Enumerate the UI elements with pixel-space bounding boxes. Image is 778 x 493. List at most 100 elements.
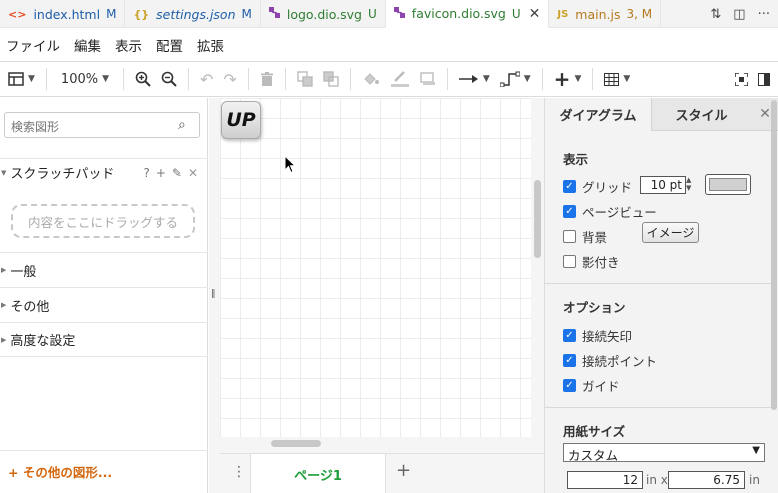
checkbox-grid[interactable]: ✓ <box>563 180 576 193</box>
zoom-in-button[interactable] <box>130 66 156 92</box>
tab-badge: M <box>241 7 252 21</box>
compare-changes-icon[interactable]: ⇅ <box>710 7 721 22</box>
undo-button[interactable]: ↶ <box>195 66 218 92</box>
checkbox-connection-points[interactable]: ✓ <box>563 354 576 367</box>
checkbox-shadow[interactable] <box>563 255 576 268</box>
collapsed-triangle-icon: ▶ <box>1 266 7 274</box>
tab-main-js[interactable]: JS main.js 3, M <box>549 0 662 28</box>
to-front-icon <box>297 71 313 87</box>
chevron-down-icon: ▼ <box>623 74 631 84</box>
sidebar-divider <box>0 450 208 451</box>
pencil-icon <box>390 71 409 87</box>
checkbox-background[interactable] <box>563 230 576 243</box>
delete-button[interactable] <box>255 66 279 92</box>
tab-diagram[interactable]: ダイアグラム <box>545 98 651 131</box>
zoom-in-icon <box>135 71 151 87</box>
to-back-button[interactable] <box>318 66 344 92</box>
section-advanced[interactable]: ▶ 高度な設定 <box>0 322 208 357</box>
close-icon[interactable]: ✕ <box>188 166 198 180</box>
shadow-checkbox[interactable]: 影付き <box>563 252 620 271</box>
connection-points-checkbox[interactable]: ✓ 接続ポイント <box>563 351 657 370</box>
plus-icon: + <box>553 67 571 91</box>
paper-width-input[interactable]: 12 <box>567 471 643 489</box>
horizontal-scrollbar-track[interactable] <box>220 437 531 453</box>
connection-arrows-checkbox[interactable]: ✓ 接続矢印 <box>563 326 632 345</box>
grid-color-button[interactable] <box>705 174 751 195</box>
section-misc[interactable]: ▶ その他 <box>0 287 208 322</box>
background-image-button[interactable]: イメージ <box>642 222 699 243</box>
line-color-button[interactable] <box>385 66 415 92</box>
zoom-out-button[interactable] <box>156 66 182 92</box>
zoom-level: 100% <box>60 71 99 87</box>
split-editor-icon[interactable]: ◫ <box>733 7 745 22</box>
vertical-scrollbar-track[interactable] <box>531 98 544 453</box>
add-icon[interactable]: + <box>156 166 166 180</box>
menu-extras[interactable]: 拡張 <box>197 35 224 55</box>
fill-color-button[interactable] <box>357 66 385 92</box>
menu-file[interactable]: ファイル <box>6 35 60 55</box>
toolbar-divider <box>123 68 125 90</box>
connection-style-button[interactable]: ▼ <box>454 66 495 92</box>
horizontal-scrollbar-thumb[interactable] <box>271 440 321 447</box>
menu-arrange[interactable]: 配置 <box>156 35 183 55</box>
vertical-scrollbar-thumb[interactable] <box>534 180 541 258</box>
add-page-icon[interactable]: + <box>396 460 411 481</box>
toolbar-divider <box>284 68 286 90</box>
tab-favicon-dio-svg[interactable]: favicon.dio.svg U ✕ <box>385 0 550 28</box>
editor-tab-bar: <> index.html M {} settings.json M logo.… <box>0 0 778 28</box>
zoom-out-icon <box>161 71 177 87</box>
scratchpad-title: スクラッチパッド <box>10 167 115 182</box>
help-icon[interactable]: ? <box>143 166 149 180</box>
grid-size-stepper[interactable]: ▲ ▼ <box>686 176 696 194</box>
tab-badge: 3, M <box>626 7 653 21</box>
format-panel-toggle[interactable] <box>753 66 778 92</box>
mouse-cursor-icon <box>284 155 296 174</box>
checkbox-guides[interactable]: ✓ <box>563 379 576 392</box>
more-actions-icon[interactable]: ··· <box>758 7 770 22</box>
grid-label: グリッド <box>582 180 633 195</box>
background-checkbox[interactable]: 背景 <box>563 227 607 246</box>
checkbox-page-view[interactable]: ✓ <box>563 205 576 218</box>
paper-size-select[interactable]: カスタム ▼ <box>563 443 765 463</box>
paper-height-input[interactable]: 6.75 <box>668 471 745 489</box>
close-icon[interactable]: ✕ <box>529 6 541 22</box>
zoom-select[interactable]: 100% ▼ <box>53 66 117 92</box>
menu-view[interactable]: 表示 <box>115 35 142 55</box>
page-tab-1[interactable]: ページ1 <box>250 454 386 493</box>
tab-settings-json[interactable]: {} settings.json M <box>125 0 261 28</box>
scratchpad-header[interactable]: ▼ スクラッチパッド ? + ✎ ✕ <box>0 158 208 186</box>
tab-index-html[interactable]: <> index.html M <box>0 0 126 28</box>
guides-checkbox[interactable]: ✓ ガイド <box>563 376 620 395</box>
tab-logo-dio-svg[interactable]: logo.dio.svg U <box>261 0 386 28</box>
toolbar-divider <box>541 68 543 90</box>
diagram-canvas[interactable] <box>220 98 531 438</box>
waypoints-button[interactable]: ▼ <box>495 66 536 92</box>
page-view-checkbox[interactable]: ✓ ページビュー <box>563 202 657 221</box>
menu-edit[interactable]: 編集 <box>74 35 101 55</box>
scratchpad-actions: ? + ✎ ✕ <box>143 166 198 180</box>
search-icon[interactable]: ⌕ <box>178 117 186 133</box>
insert-button[interactable]: + ▼ <box>549 66 587 92</box>
more-shapes-button[interactable]: + その他の図形... <box>8 462 112 481</box>
waypoint-icon <box>499 71 520 87</box>
section-general[interactable]: ▶ 一般 <box>0 252 208 287</box>
shape-search-input[interactable] <box>4 112 200 138</box>
tab-style[interactable]: スタイル <box>651 98 751 131</box>
checkbox-connection-arrows[interactable]: ✓ <box>563 329 576 342</box>
panel-layout-button[interactable]: ▼ <box>3 66 40 92</box>
shapes-sidebar: ⌕ ▼ スクラッチパッド ? + ✎ ✕ 内容をここにドラッグする ▶ 一般 ▶… <box>0 98 208 493</box>
to-front-button[interactable] <box>292 66 318 92</box>
edit-icon[interactable]: ✎ <box>172 166 182 180</box>
up-button-shape[interactable]: UP <box>221 101 261 139</box>
grid-size-input[interactable]: 10 pt <box>640 176 686 194</box>
page-menu-icon[interactable]: ⋮ <box>232 464 246 480</box>
fullscreen-button[interactable] <box>730 66 753 92</box>
scratchpad-dropzone[interactable]: 内容をここにドラッグする <box>11 204 195 238</box>
format-panel-scrollbar[interactable] <box>771 100 777 410</box>
shadow-button[interactable] <box>415 66 441 92</box>
drawio-file-icon <box>268 7 280 21</box>
drag-handle-icon[interactable]: ‖ <box>211 289 216 299</box>
redo-button[interactable]: ↷ <box>218 66 241 92</box>
grid-checkbox[interactable]: ✓ グリッド <box>563 177 632 196</box>
table-button[interactable]: ▼ <box>599 66 635 92</box>
